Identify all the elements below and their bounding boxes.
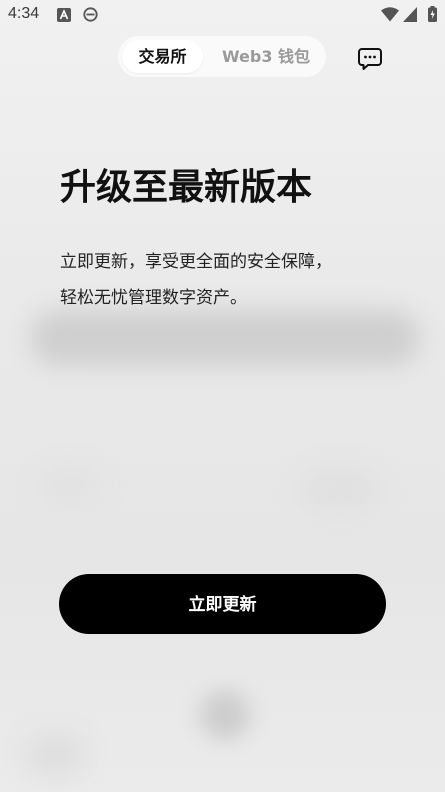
chat-bubble-icon[interactable] bbox=[357, 46, 383, 72]
tab-web3-wallet[interactable]: Web3 钱包 bbox=[210, 40, 322, 73]
update-description: 立即更新，享受更全面的安全保障， 轻松无忧管理数字资产。 bbox=[60, 244, 390, 316]
browser-e-icon bbox=[83, 7, 98, 26]
update-now-button[interactable]: 立即更新 bbox=[59, 574, 386, 634]
blurred-shape bbox=[300, 470, 380, 510]
font-a-icon bbox=[57, 7, 71, 26]
blurred-shape bbox=[30, 310, 420, 366]
update-title: 升级至最新版本 bbox=[60, 167, 313, 208]
tab-exchange[interactable]: 交易所 bbox=[122, 40, 203, 73]
status-bar: 4:34 bbox=[0, 0, 445, 30]
battery-charging-icon bbox=[428, 6, 437, 26]
blurred-shape bbox=[40, 470, 100, 500]
mode-switcher: 交易所 Web3 钱包 bbox=[118, 36, 326, 77]
cell-signal-icon bbox=[403, 7, 417, 26]
wifi-icon bbox=[381, 7, 399, 26]
description-line-1: 立即更新，享受更全面的安全保障， bbox=[60, 252, 332, 272]
description-line-2: 轻松无忧管理数字资产。 bbox=[60, 288, 247, 308]
blurred-background bbox=[0, 0, 445, 792]
status-time: 4:34 bbox=[8, 5, 40, 22]
blurred-shape bbox=[25, 735, 85, 775]
blurred-shape bbox=[200, 690, 250, 740]
